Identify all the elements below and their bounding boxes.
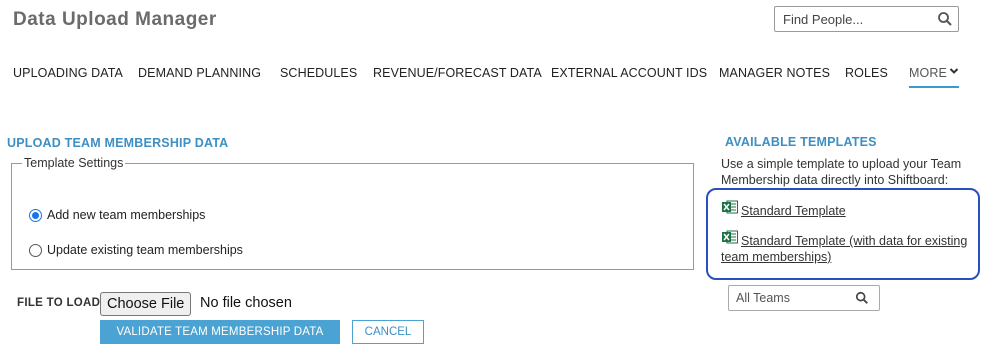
option-add-new-label: Add new team memberships — [47, 208, 206, 222]
standard-template-link[interactable]: Standard Template — [741, 203, 846, 219]
page-title: Data Upload Manager — [13, 9, 217, 30]
tab-manager-notes[interactable]: MANAGER NOTES — [719, 66, 830, 80]
tab-schedules[interactable]: SCHEDULES — [280, 66, 357, 80]
radio-add-new[interactable] — [29, 208, 42, 222]
tab-uploading-data[interactable]: UPLOADING DATA — [13, 66, 123, 80]
upload-section-title: UPLOAD TEAM MEMBERSHIP DATA — [7, 136, 229, 150]
tab-demand-planning[interactable]: DEMAND PLANNING — [138, 66, 261, 80]
standard-template-with-data-link[interactable]: Standard Template (with data for existin… — [721, 233, 976, 265]
search-input[interactable] — [775, 7, 925, 31]
templates-description: Use a simple template to upload your Tea… — [721, 157, 962, 187]
tab-revenue-forecast-data[interactable]: REVENUE/FORECAST DATA — [373, 66, 542, 80]
radio-update-existing[interactable] — [29, 243, 42, 257]
file-to-load-label: FILE TO LOAD: — [17, 297, 105, 309]
template-settings: Template Settings Add new team membershi… — [11, 156, 694, 270]
choose-file-button[interactable]: Choose File — [100, 292, 192, 316]
search-icon[interactable] — [855, 291, 869, 305]
chevron-down-icon — [949, 68, 959, 74]
option-add-new[interactable]: Add new team memberships — [29, 208, 205, 222]
search-icon[interactable] — [937, 11, 953, 27]
teams-input[interactable] — [729, 286, 844, 310]
teams-filter[interactable] — [728, 285, 880, 311]
tab-external-account-ids[interactable]: EXTERNAL ACCOUNT IDS — [551, 66, 707, 80]
validate-team-membership-button[interactable]: VALIDATE TEAM MEMBERSHIP DATA — [100, 320, 340, 344]
template-settings-legend: Template Settings — [24, 156, 124, 170]
excel-icon — [722, 200, 738, 214]
find-people-search[interactable] — [774, 6, 959, 32]
no-file-chosen-text: No file chosen — [200, 295, 292, 311]
tab-roles[interactable]: ROLES — [845, 66, 888, 80]
option-update-existing-label: Update existing team memberships — [47, 243, 243, 257]
templates-section-title: AVAILABLE TEMPLATES — [725, 135, 877, 149]
main-nav: UPLOADING DATA DEMAND PLANNING SCHEDULES… — [0, 62, 998, 88]
option-update-existing[interactable]: Update existing team memberships — [29, 243, 243, 257]
cancel-button[interactable]: CANCEL — [352, 320, 424, 344]
tab-more-label: MORE — [909, 66, 947, 80]
tab-more[interactable]: MORE — [909, 66, 959, 88]
